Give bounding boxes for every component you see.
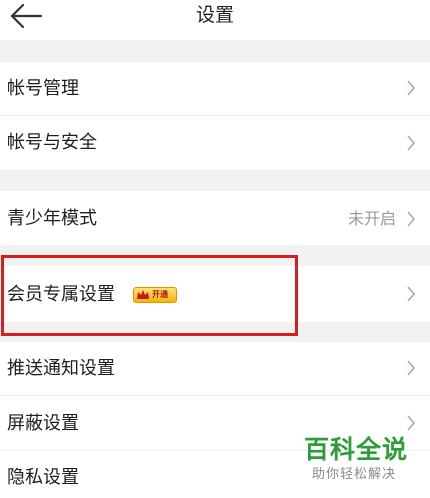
push-settings-label: 推送通知设置 — [7, 358, 115, 379]
page-title: 设置 — [195, 4, 234, 26]
youth-mode-item[interactable]: 青少年模式 未开启 — [0, 191, 430, 245]
watermark: 百科全说 助你轻松解决 — [304, 435, 424, 495]
watermark-title: 百科全说 — [304, 435, 409, 464]
account-manage-label: 帐号管理 — [7, 78, 79, 99]
chevron-right-icon — [407, 360, 416, 376]
crown-icon — [137, 290, 149, 299]
member-settings-item[interactable]: 会员专属设置 开通 — [0, 266, 430, 322]
block-settings-label: 屏蔽设置 — [7, 413, 79, 434]
member-badge-text: 开通 — [152, 290, 168, 299]
chevron-right-icon — [407, 211, 416, 227]
account-security-item[interactable]: 帐号与安全 — [0, 116, 430, 170]
chevron-right-icon — [407, 286, 416, 302]
watermark-subtitle: 助你轻松解决 — [312, 467, 397, 482]
member-settings-label: 会员专属设置 — [7, 284, 115, 305]
chevron-right-icon — [407, 415, 416, 431]
account-security-label: 帐号与安全 — [7, 132, 97, 153]
header-bar: 设置 — [0, 0, 430, 40]
push-settings-item[interactable]: 推送通知设置 — [0, 342, 430, 395]
youth-mode-label: 青少年模式 — [7, 208, 97, 229]
privacy-settings-label: 隐私设置 — [7, 467, 79, 488]
account-manage-item[interactable]: 帐号管理 — [0, 62, 430, 115]
youth-mode-status: 未开启 — [347, 209, 396, 228]
chevron-right-icon — [407, 135, 416, 151]
chevron-right-icon — [407, 80, 416, 96]
member-badge[interactable]: 开通 — [133, 287, 177, 303]
